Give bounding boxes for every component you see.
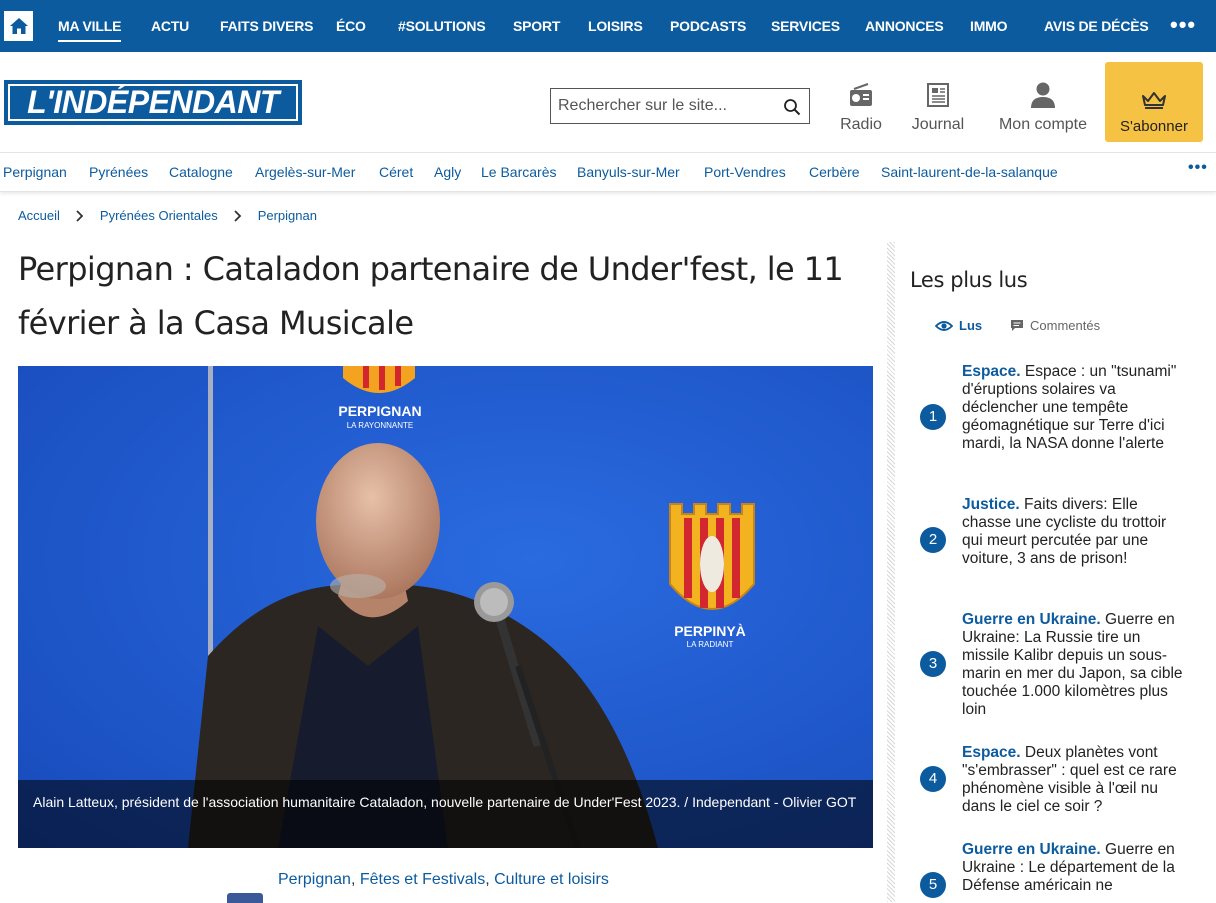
breadcrumb-accueil[interactable]: Accueil bbox=[18, 208, 60, 223]
nav-item-ma-ville[interactable]: MA VILLE bbox=[58, 0, 122, 52]
nav-item-eco[interactable]: ÉCO bbox=[336, 0, 366, 52]
tab-most-read[interactable]: Lus bbox=[935, 318, 982, 333]
nav-more-button[interactable]: ••• bbox=[1170, 0, 1196, 52]
tab-most-commented-label: Commentés bbox=[1030, 318, 1101, 333]
city-navigation: Perpignan Pyrénées Catalogne Argelès-sur… bbox=[0, 152, 1216, 192]
newspaper-icon bbox=[927, 83, 949, 107]
home-icon bbox=[9, 18, 28, 34]
rank-number: 4 bbox=[920, 766, 946, 792]
comment-icon bbox=[1011, 320, 1023, 331]
site-header: L'INDÉPENDANT Radio bbox=[0, 52, 1216, 152]
rank-number: 5 bbox=[920, 872, 946, 898]
breadcrumb-pyrenees-orientales[interactable]: Pyrénées Orientales bbox=[100, 208, 218, 223]
photo-illustration: PERPIGNAN LA RAYONNANTE PERPINYÀ LA RADI… bbox=[18, 366, 873, 848]
most-read-item[interactable]: 5 Guerre en Ukraine. Guerre en Ukraine :… bbox=[920, 841, 1190, 900]
tag-separator: , bbox=[485, 871, 495, 888]
chevron-right-icon bbox=[76, 209, 84, 222]
nav-item-loisirs[interactable]: LOISIRS bbox=[588, 0, 643, 52]
subscribe-label: S'abonner bbox=[1120, 118, 1188, 135]
photo-text-right: PERPINYÀ bbox=[674, 623, 746, 639]
nav-item-services[interactable]: SERVICES bbox=[771, 0, 840, 52]
user-icon bbox=[1031, 82, 1055, 108]
subnav-item-pyrenees[interactable]: Pyrénées bbox=[89, 164, 148, 180]
most-read-item[interactable]: 1 Espace. Espace : un "tsunami" d'érupti… bbox=[920, 363, 1190, 473]
account-button[interactable]: Mon compte bbox=[994, 80, 1092, 134]
radio-label: Radio bbox=[840, 116, 882, 133]
nav-item-avis-de-deces[interactable]: AVIS DE DÉCÈS bbox=[1044, 0, 1149, 52]
facebook-share-button[interactable] bbox=[227, 893, 263, 903]
subnav-item-perpignan[interactable]: Perpignan bbox=[3, 164, 67, 180]
most-read-title: Les plus lus bbox=[910, 268, 1028, 292]
nav-item-annonces[interactable]: ANNONCES bbox=[865, 0, 944, 52]
rank-category[interactable]: Espace. bbox=[962, 744, 1021, 761]
rank-number: 1 bbox=[920, 404, 946, 430]
subscribe-button[interactable]: S'abonner bbox=[1105, 62, 1203, 142]
subnav-item-port-vendres[interactable]: Port-Vendres bbox=[704, 164, 786, 180]
subnav-more-button[interactable]: ••• bbox=[1188, 159, 1208, 177]
search-icon[interactable] bbox=[783, 98, 801, 116]
subnav-item-saint-laurent[interactable]: Saint-laurent-de-la-salanque bbox=[881, 164, 1058, 180]
tag-perpignan[interactable]: Perpignan bbox=[278, 871, 351, 888]
column-divider bbox=[887, 242, 895, 902]
tag-fetes-festivals[interactable]: Fêtes et Festivals bbox=[360, 871, 485, 888]
nav-item-immo[interactable]: IMMO bbox=[970, 0, 1008, 52]
rank-number: 2 bbox=[920, 527, 946, 553]
subnav-item-barcares[interactable]: Le Barcarès bbox=[481, 164, 556, 180]
account-label: Mon compte bbox=[998, 116, 1088, 133]
site-logo[interactable]: L'INDÉPENDANT bbox=[4, 80, 302, 125]
breadcrumb: Accueil Pyrénées Orientales Perpignan bbox=[18, 208, 317, 223]
tab-most-commented[interactable]: Commentés bbox=[1010, 318, 1100, 333]
subnav-item-ceret[interactable]: Céret bbox=[379, 164, 413, 180]
journal-label: Journal bbox=[911, 116, 965, 133]
radio-button[interactable]: Radio bbox=[838, 80, 884, 134]
nav-item-faits-divers[interactable]: FAITS DIVERS bbox=[220, 0, 313, 52]
most-read-item[interactable]: 4 Espace. Deux planètes vont "s'embrasse… bbox=[920, 744, 1190, 818]
breadcrumb-perpignan[interactable]: Perpignan bbox=[258, 208, 317, 223]
logo-text: L'INDÉPENDANT bbox=[8, 84, 298, 121]
subnav-item-agly[interactable]: Agly bbox=[434, 164, 461, 180]
nav-item-sport[interactable]: SPORT bbox=[513, 0, 560, 52]
tag-separator: , bbox=[350, 871, 360, 888]
nav-item-podcasts[interactable]: PODCASTS bbox=[670, 0, 746, 52]
article-tags: Perpignan, Fêtes et Festivals, Culture e… bbox=[278, 871, 609, 889]
eye-icon bbox=[935, 320, 953, 331]
top-navigation: MA VILLE ACTU FAITS DIVERS ÉCO #SOLUTION… bbox=[0, 0, 1216, 52]
most-read-item[interactable]: 2 Justice. Faits divers: Elle chasse une… bbox=[920, 496, 1190, 588]
chevron-right-icon bbox=[234, 209, 241, 222]
photo-text-right-sub: LA RADIANT bbox=[687, 640, 734, 649]
article-title: Perpignan : Cataladon partenaire de Unde… bbox=[18, 250, 844, 342]
photo-text-top: PERPIGNAN bbox=[338, 403, 421, 419]
radio-icon bbox=[850, 83, 872, 106]
photo-text-top-sub: LA RAYONNANTE bbox=[347, 421, 414, 430]
search-input[interactable] bbox=[558, 97, 778, 115]
subnav-item-cerbere[interactable]: Cerbère bbox=[809, 164, 860, 180]
rank-number: 3 bbox=[920, 651, 946, 677]
tag-culture-loisirs[interactable]: Culture et loisirs bbox=[494, 871, 609, 888]
home-button[interactable] bbox=[4, 11, 33, 41]
photo-caption: Alain Latteux, président de l'associatio… bbox=[18, 780, 873, 848]
rank-category[interactable]: Espace. bbox=[962, 363, 1021, 380]
subnav-item-catalogne[interactable]: Catalogne bbox=[169, 164, 233, 180]
tab-most-read-label: Lus bbox=[959, 318, 983, 333]
subnav-item-banyuls[interactable]: Banyuls-sur-Mer bbox=[577, 164, 680, 180]
subnav-item-argeles[interactable]: Argelès-sur-Mer bbox=[255, 164, 355, 180]
nav-item-solutions[interactable]: #SOLUTIONS bbox=[398, 0, 486, 52]
most-read-item[interactable]: 3 Guerre en Ukraine. Guerre en Ukraine: … bbox=[920, 611, 1190, 721]
journal-button[interactable]: Journal bbox=[910, 80, 966, 134]
rank-category[interactable]: Guerre en Ukraine. bbox=[962, 841, 1101, 858]
rank-category[interactable]: Guerre en Ukraine. bbox=[962, 611, 1101, 628]
article-photo[interactable]: PERPIGNAN LA RAYONNANTE PERPINYÀ LA RADI… bbox=[18, 366, 873, 848]
crown-icon bbox=[1142, 92, 1166, 109]
nav-item-actu[interactable]: ACTU bbox=[151, 0, 189, 52]
search-box bbox=[550, 88, 810, 124]
rank-category[interactable]: Justice. bbox=[962, 496, 1020, 513]
